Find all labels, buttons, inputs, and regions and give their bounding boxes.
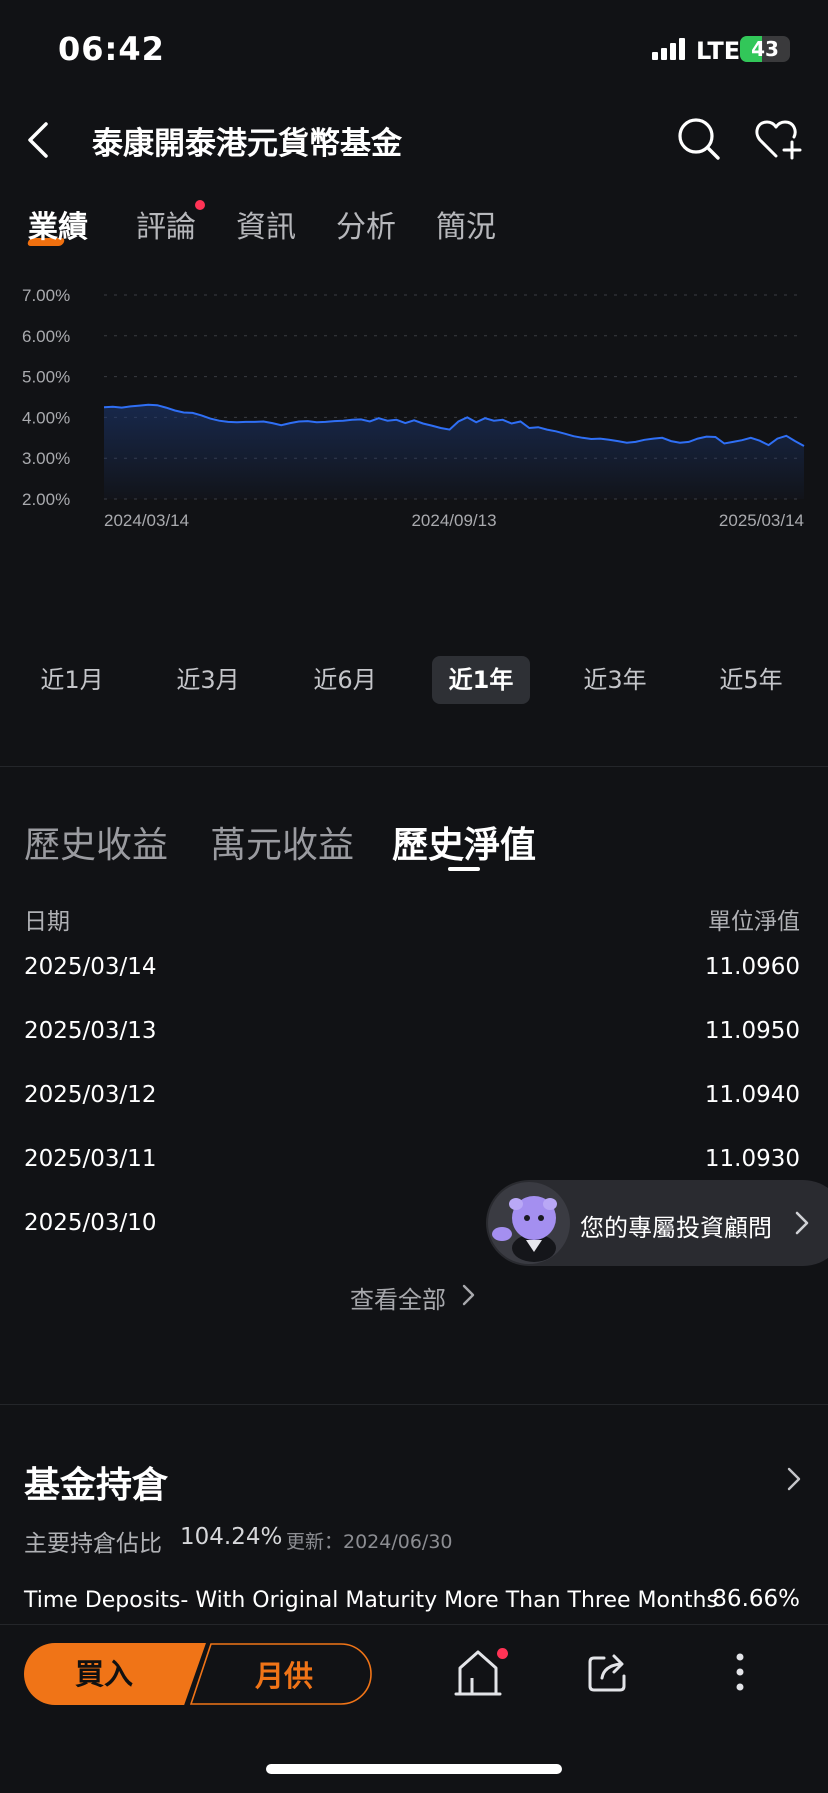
more-icon[interactable] — [734, 1652, 746, 1692]
notification-dot — [195, 200, 205, 210]
advisor-mascot-icon — [488, 1182, 570, 1264]
nav-row-value: 11.0950 — [704, 1018, 800, 1044]
nav-row-date: 2025/03/10 — [24, 1210, 157, 1236]
period-1m[interactable]: 近1月 — [30, 656, 114, 704]
tab-performance[interactable]: 業績 — [28, 202, 88, 246]
page-title: 泰康開泰港元貨幣基金 — [92, 126, 402, 162]
performance-chart[interactable]: 7.00% 6.00% 5.00% 4.00% 3.00% 2.00% 2024/03/1… — [0, 270, 828, 610]
nav-row-date: 2025/03/14 — [24, 954, 157, 980]
advisor-button[interactable]: 您的專屬投資顧問 — [486, 1180, 828, 1266]
period-5y[interactable]: 近5年 — [709, 656, 793, 704]
tab-historical-nav[interactable]: 歷史淨值 — [392, 816, 536, 868]
x-tick-label: 2024/09/13 — [411, 511, 496, 530]
buy-button[interactable]: 買入 — [24, 1643, 206, 1705]
y-tick-label: 5.00% — [22, 368, 70, 387]
holding-percentage: 86.66% — [712, 1586, 800, 1612]
period-6m[interactable]: 近6月 — [303, 656, 387, 704]
holdings-title: 基金持倉 — [24, 1465, 169, 1506]
notification-dot — [497, 1648, 508, 1659]
holding-name: Time Deposits- With Original Maturity Mo… — [24, 1588, 718, 1613]
tab-reviews[interactable]: 評論 — [136, 202, 196, 246]
tab-overview[interactable]: 簡況 — [436, 202, 496, 246]
battery-level: 43 — [751, 37, 779, 61]
holdings-updated: 更新：2024/06/30 — [286, 1531, 453, 1553]
home-icon[interactable] — [454, 1648, 502, 1698]
y-tick-label: 4.00% — [22, 408, 70, 427]
date-column-header: 日期 — [24, 909, 70, 935]
share-icon[interactable] — [586, 1650, 630, 1694]
y-tick-label: 3.00% — [22, 449, 70, 468]
period-1y[interactable]: 近1年 — [432, 656, 530, 704]
heart-plus-icon[interactable] — [754, 116, 804, 162]
tab-per-10k-return[interactable]: 萬元收益 — [210, 816, 354, 868]
nav-row-date: 2025/03/11 — [24, 1146, 157, 1172]
view-all-link[interactable]: 查看全部 — [350, 1280, 446, 1315]
advisor-label: 您的專屬投資顧問 — [580, 1214, 772, 1242]
tab-historical-return[interactable]: 歷史收益 — [24, 816, 168, 868]
signal-icon — [652, 38, 686, 60]
y-tick-label: 2.00% — [22, 490, 70, 509]
section-tab-indicator — [448, 867, 480, 871]
home-indicator — [266, 1764, 562, 1774]
nav-column-header: 單位淨值 — [708, 909, 800, 935]
holdings-ratio-label: 主要持倉佔比 — [24, 1531, 162, 1557]
nav-row-value: 11.0930 — [704, 1146, 800, 1172]
period-3m[interactable]: 近3月 — [166, 656, 250, 704]
holdings-ratio: 104.24% — [180, 1524, 283, 1550]
section-divider — [0, 766, 828, 767]
chevron-right-icon[interactable] — [786, 1466, 802, 1492]
y-tick-label: 6.00% — [22, 327, 70, 346]
nav-row-date: 2025/03/13 — [24, 1018, 157, 1044]
period-3y[interactable]: 近3年 — [573, 656, 657, 704]
y-tick-label: 7.00% — [22, 286, 70, 305]
nav-row-value: 11.0960 — [704, 954, 800, 980]
x-tick-label: 2025/03/14 — [719, 511, 804, 530]
nav-row-value: 11.0940 — [704, 1082, 800, 1108]
tab-news[interactable]: 資訊 — [236, 202, 296, 246]
status-time: 06:42 — [58, 30, 165, 68]
back-icon[interactable] — [22, 118, 62, 162]
chevron-right-icon[interactable] — [460, 1282, 478, 1308]
battery-icon: 43 — [740, 36, 790, 62]
x-tick-label: 2024/03/14 — [104, 511, 189, 530]
nav-row-date: 2025/03/12 — [24, 1082, 157, 1108]
monthly-plan-label: 月供 — [255, 1659, 314, 1693]
section-divider — [0, 1404, 828, 1405]
tab-analysis[interactable]: 分析 — [336, 202, 396, 246]
network-label: LTE — [696, 37, 741, 65]
chevron-right-icon — [795, 1211, 809, 1235]
search-icon[interactable] — [676, 116, 722, 162]
